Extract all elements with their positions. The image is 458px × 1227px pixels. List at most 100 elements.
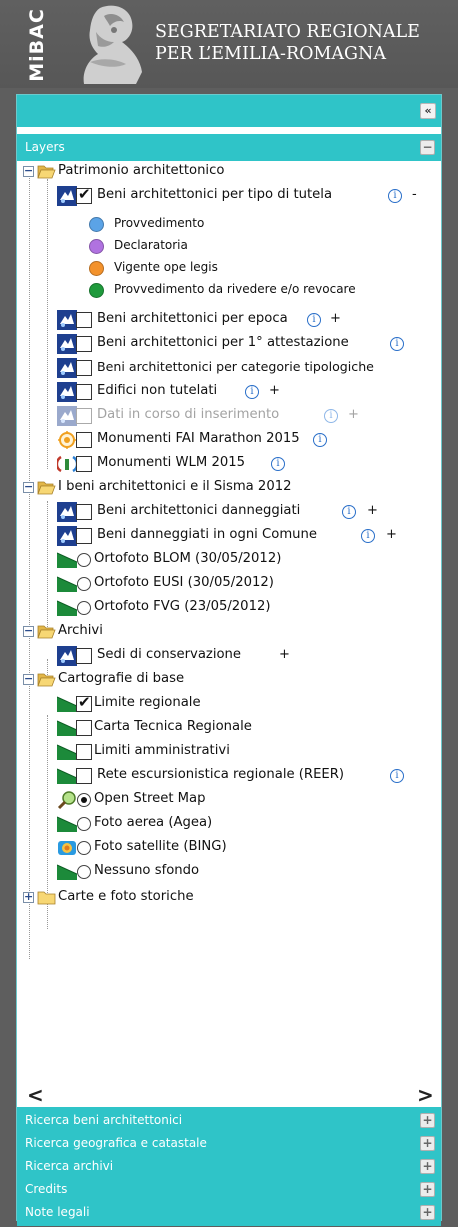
raster-layer-icon xyxy=(57,766,77,786)
fai-marathon-icon xyxy=(58,431,76,449)
layer-label[interactable]: Beni architettonici per epoca xyxy=(97,311,288,326)
wlm-icon xyxy=(57,455,77,473)
layer-label[interactable]: Foto aerea (Agea) xyxy=(94,815,212,830)
layer-label[interactable]: Rete escursionistica regionale (REER) xyxy=(97,767,344,782)
osm-magnifier-icon xyxy=(57,791,76,810)
layer-label[interactable]: Ortofoto BLOM (30/05/2012) xyxy=(94,551,281,566)
layer-label[interactable]: Beni architettonici danneggiati xyxy=(97,503,300,518)
layer-row: Beni danneggiati in ogni Comune i + xyxy=(17,525,441,547)
layer-label[interactable]: Nessuno sfondo xyxy=(94,863,199,878)
layer-checkbox[interactable] xyxy=(76,648,92,664)
layer-checkbox[interactable] xyxy=(76,360,92,376)
legend-toggle[interactable]: + xyxy=(330,311,341,326)
layer-label[interactable]: Open Street Map xyxy=(94,791,206,806)
legend-toggle[interactable]: + xyxy=(269,383,280,398)
folder-open-icon xyxy=(37,165,56,179)
scroll-left-arrow-icon[interactable]: < xyxy=(27,1083,44,1107)
group-label[interactable]: Cartografie di base xyxy=(58,671,184,686)
expand-toggle[interactable]: + xyxy=(420,1113,435,1128)
legend-item: Declaratoria xyxy=(17,235,441,257)
layer-label[interactable]: Edifici non tutelati xyxy=(97,383,217,398)
layer-label[interactable]: Ortofoto FVG (23/05/2012) xyxy=(94,599,271,614)
layer-label[interactable]: Limiti amministrativi xyxy=(94,743,230,758)
layers-collapse-toggle[interactable]: − xyxy=(420,140,435,155)
basemap-radio[interactable] xyxy=(77,865,91,879)
layer-checkbox[interactable] xyxy=(76,504,92,520)
accordion-note-legali[interactable]: Note legali + xyxy=(17,1199,441,1226)
expand-toggle[interactable]: + xyxy=(420,1136,435,1151)
horizontal-scrollbar[interactable]: < > xyxy=(17,1083,441,1107)
layer-tree: − Patrimonio architettonico Beni archite… xyxy=(17,161,441,1079)
layer-label[interactable]: Beni architettonici per 1° attestazione xyxy=(97,335,349,350)
info-icon[interactable]: i xyxy=(390,337,404,351)
accordion-label: Ricerca beni architettonici xyxy=(25,1113,183,1127)
layer-checkbox[interactable] xyxy=(76,185,92,204)
layer-label[interactable]: Limite regionale xyxy=(94,695,201,710)
basemap-radio[interactable] xyxy=(77,601,91,615)
layer-label[interactable]: Monumenti WLM 2015 xyxy=(97,455,245,470)
layer-checkbox[interactable] xyxy=(76,384,92,400)
layer-label[interactable]: Dati in corso di inserimento xyxy=(97,407,279,422)
basemap-radio[interactable] xyxy=(77,817,91,831)
layers-header[interactable]: Layers − xyxy=(17,134,441,161)
info-icon[interactable]: i xyxy=(324,409,338,423)
layer-label[interactable]: Ortofoto EUSI (30/05/2012) xyxy=(94,575,274,590)
layer-label[interactable]: Beni architettonici per categorie tipolo… xyxy=(97,359,374,374)
group-label[interactable]: Carte e foto storiche xyxy=(58,889,194,904)
expand-group-toggle[interactable]: + xyxy=(23,891,34,903)
layer-checkbox[interactable] xyxy=(76,408,92,424)
group-label[interactable]: Archivi xyxy=(58,623,103,638)
info-icon[interactable]: i xyxy=(361,529,375,543)
legend-toggle[interactable]: + xyxy=(279,647,290,662)
legend-item: Vigente ope legis xyxy=(17,257,441,279)
info-icon[interactable]: i xyxy=(313,433,327,447)
legend-toggle[interactable]: + xyxy=(386,527,397,542)
layer-checkbox[interactable] xyxy=(76,693,92,712)
legend-toggle[interactable]: + xyxy=(367,503,378,518)
basemap-radio[interactable] xyxy=(77,577,91,591)
legend-toggle[interactable]: + xyxy=(348,407,359,422)
basemap-radio[interactable] xyxy=(77,793,91,807)
collapse-group-toggle[interactable]: − xyxy=(23,673,34,685)
info-icon[interactable]: i xyxy=(342,505,356,519)
layer-checkbox[interactable] xyxy=(76,768,92,784)
info-icon[interactable]: i xyxy=(388,189,402,203)
statue-logo-icon xyxy=(83,5,142,84)
layer-checkbox[interactable] xyxy=(76,432,92,448)
info-icon[interactable]: i xyxy=(271,457,285,471)
basemap-row: Ortofoto BLOM (30/05/2012) xyxy=(17,549,441,571)
scroll-right-arrow-icon[interactable]: > xyxy=(417,1083,434,1107)
layer-label[interactable]: Monumenti FAI Marathon 2015 xyxy=(97,431,300,446)
layer-label[interactable]: Beni architettonici per tipo di tutela xyxy=(97,187,332,202)
info-icon[interactable]: i xyxy=(245,385,259,399)
basemap-row: Open Street Map xyxy=(17,789,441,811)
layer-checkbox[interactable] xyxy=(76,456,92,472)
basemap-radio[interactable] xyxy=(77,553,91,567)
layer-label[interactable]: Beni danneggiati in ogni Comune xyxy=(97,527,317,542)
layer-checkbox[interactable] xyxy=(76,528,92,544)
layer-checkbox[interactable] xyxy=(76,312,92,328)
basemap-radio[interactable] xyxy=(77,841,91,855)
info-icon[interactable]: i xyxy=(390,769,404,783)
collapse-group-toggle[interactable]: − xyxy=(23,481,34,493)
group-label[interactable]: Patrimonio architettonico xyxy=(58,163,224,178)
legend-toggle[interactable]: - xyxy=(412,187,417,202)
layer-label[interactable]: Foto satellite (BING) xyxy=(94,839,227,854)
legend-item: Provvedimento xyxy=(17,213,441,235)
collapse-group-toggle[interactable]: − xyxy=(23,625,34,637)
collapse-group-toggle[interactable]: − xyxy=(23,165,34,177)
expand-toggle[interactable]: + xyxy=(420,1159,435,1174)
layer-label[interactable]: Sedi di conservazione xyxy=(97,647,241,662)
expand-toggle[interactable]: + xyxy=(420,1182,435,1197)
collapse-panel-button[interactable]: « xyxy=(420,103,436,119)
tree-group-cartografie: − Cartografie di base xyxy=(17,669,441,691)
info-icon[interactable]: i xyxy=(307,313,321,327)
layer-checkbox[interactable] xyxy=(76,720,92,736)
layer-checkbox[interactable] xyxy=(76,744,92,760)
layer-checkbox[interactable] xyxy=(76,336,92,352)
expand-toggle[interactable]: + xyxy=(420,1205,435,1220)
layer-row: Beni architettonici per epoca i + xyxy=(17,309,441,331)
basemap-row: Foto satellite (BING) xyxy=(17,837,441,859)
group-label[interactable]: I beni architettonici e il Sisma 2012 xyxy=(58,479,292,494)
layer-label[interactable]: Carta Tecnica Regionale xyxy=(94,719,252,734)
